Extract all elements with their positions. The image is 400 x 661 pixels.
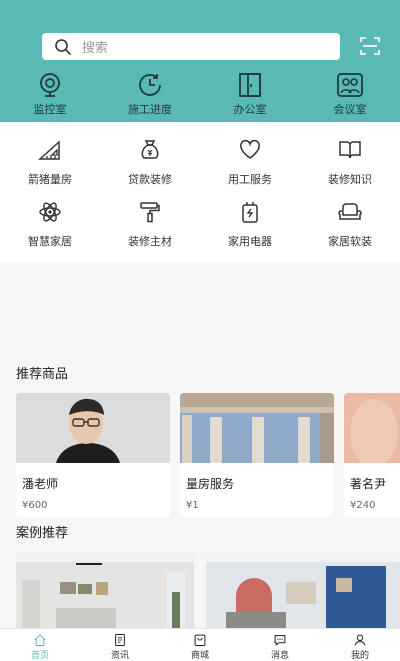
tab-label: 消息 bbox=[270, 651, 289, 661]
case-image bbox=[206, 552, 400, 632]
service-item-knowledge[interactable]: 装修知识 bbox=[300, 138, 400, 200]
service-item-loan[interactable]: 贷款装修 bbox=[100, 138, 200, 200]
home-icon bbox=[34, 634, 46, 646]
document-icon bbox=[115, 634, 125, 646]
product-price: ¥240 bbox=[350, 500, 376, 511]
product-image bbox=[16, 393, 170, 463]
tab-messages[interactable]: 消息 bbox=[240, 629, 320, 661]
top-nav-item-progress[interactable]: 施工进度 bbox=[100, 72, 200, 118]
product-card[interactable]: 量房服务 ¥1 bbox=[180, 393, 334, 517]
product-price: ¥600 bbox=[22, 500, 48, 511]
heart-icon bbox=[240, 139, 260, 159]
case-carousel[interactable] bbox=[16, 552, 400, 632]
tab-label: 资讯 bbox=[110, 651, 129, 661]
tab-label: 我的 bbox=[350, 651, 369, 661]
service-label: 箭猪量房 bbox=[28, 173, 72, 186]
service-label: 装修知识 bbox=[328, 173, 372, 186]
header: 搜索 监控室 施工进度 办公室 会议室 bbox=[0, 0, 400, 122]
service-label: 家用电器 bbox=[228, 235, 272, 248]
service-label: 智慧家居 bbox=[28, 235, 72, 248]
top-nav-item-office[interactable]: 办公室 bbox=[200, 72, 300, 118]
charger-icon bbox=[242, 202, 258, 223]
tab-mall[interactable]: 商城 bbox=[160, 629, 240, 661]
top-nav-item-meeting[interactable]: 会议室 bbox=[300, 72, 400, 118]
section-title-cases: 案例推荐 bbox=[16, 526, 69, 541]
top-nav-item-monitoring[interactable]: 监控室 bbox=[0, 72, 100, 118]
top-nav-label: 监控室 bbox=[33, 103, 67, 116]
product-name: 潘老师 bbox=[22, 477, 59, 491]
door-icon bbox=[239, 73, 261, 97]
product-image bbox=[180, 393, 334, 463]
top-nav-label: 施工进度 bbox=[128, 103, 172, 116]
service-grid: 箭猪量房 贷款装修 用工服务 装修知识 智慧家居 装修主材 家用电器 家居软装 bbox=[0, 122, 400, 262]
section-title-recommended: 推荐商品 bbox=[16, 367, 69, 382]
paint-roller-icon bbox=[140, 202, 160, 223]
ruler-icon bbox=[38, 140, 60, 160]
shopping-bag-icon bbox=[194, 634, 206, 646]
meeting-icon bbox=[337, 73, 363, 97]
product-price: ¥1 bbox=[186, 500, 199, 511]
service-item-furnishing[interactable]: 家居软装 bbox=[300, 200, 400, 262]
search-bar[interactable]: 搜索 bbox=[42, 33, 340, 60]
service-label: 贷款装修 bbox=[128, 173, 172, 186]
bottom-tab-bar: 首页 资讯 商城 消息 我的 bbox=[0, 628, 400, 661]
service-label: 家居软装 bbox=[328, 235, 372, 248]
tab-news[interactable]: 资讯 bbox=[80, 629, 160, 661]
scan-icon[interactable] bbox=[360, 37, 380, 55]
case-card[interactable] bbox=[16, 552, 194, 632]
user-icon bbox=[354, 634, 366, 646]
case-image bbox=[16, 552, 194, 632]
sofa-icon bbox=[338, 203, 362, 220]
atom-icon bbox=[39, 202, 61, 222]
service-label: 装修主材 bbox=[128, 235, 172, 248]
service-label: 用工服务 bbox=[228, 173, 272, 186]
service-item-appliances[interactable]: 家用电器 bbox=[200, 200, 300, 262]
service-item-measure[interactable]: 箭猪量房 bbox=[0, 138, 100, 200]
product-carousel[interactable]: 潘老师 ¥600 量房服务 ¥1 著名尹 ¥240 bbox=[16, 393, 400, 517]
product-name: 量房服务 bbox=[186, 477, 235, 491]
money-bag-icon bbox=[141, 140, 159, 159]
product-card[interactable]: 潘老师 ¥600 bbox=[16, 393, 170, 517]
product-name: 著名尹 bbox=[350, 477, 387, 491]
tab-label: 首页 bbox=[30, 651, 49, 661]
camera-icon bbox=[40, 73, 60, 97]
service-item-materials[interactable]: 装修主材 bbox=[100, 200, 200, 262]
tab-label: 商城 bbox=[190, 651, 209, 661]
clock-refresh-icon bbox=[139, 74, 161, 96]
service-item-labor[interactable]: 用工服务 bbox=[200, 138, 300, 200]
search-icon bbox=[55, 38, 71, 55]
top-nav: 监控室 施工进度 办公室 会议室 bbox=[0, 72, 400, 118]
top-nav-label: 会议室 bbox=[333, 103, 367, 116]
service-item-smart-home[interactable]: 智慧家居 bbox=[0, 200, 100, 262]
chat-icon bbox=[274, 635, 286, 646]
tab-profile[interactable]: 我的 bbox=[320, 629, 400, 661]
product-card[interactable]: 著名尹 ¥240 bbox=[344, 393, 400, 517]
case-card[interactable] bbox=[206, 552, 400, 632]
product-image bbox=[344, 393, 400, 463]
search-placeholder: 搜索 bbox=[82, 41, 109, 56]
book-icon bbox=[339, 141, 361, 159]
top-nav-label: 办公室 bbox=[233, 103, 267, 116]
tab-home[interactable]: 首页 bbox=[0, 629, 80, 661]
